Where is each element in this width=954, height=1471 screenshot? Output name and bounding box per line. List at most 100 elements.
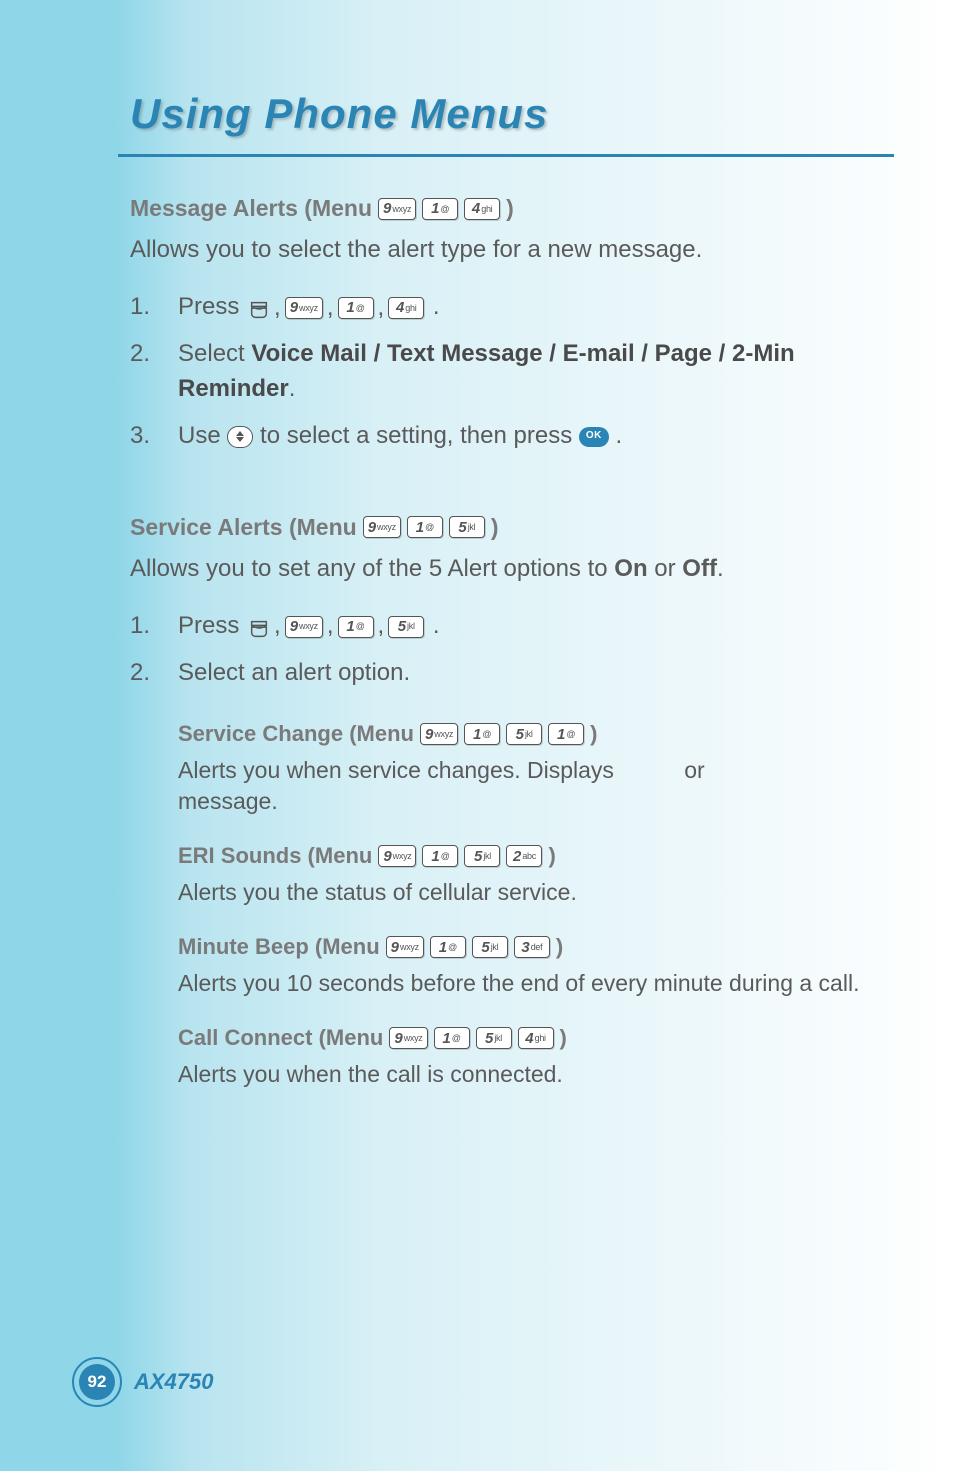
step-keys: , 9wxyz , 1@ , 4ghi — [246, 291, 426, 326]
step-text-b: to select a setting, then press — [260, 422, 579, 449]
minute-beep-heading: Minute Beep (Menu 9wxyz 1@ 5jkl 3def ) — [178, 934, 894, 960]
step-body: Use to select a setting, then press OK . — [178, 419, 894, 454]
step: 1. Press , 9wxyz , 1@ , 4ghi . — [130, 290, 894, 325]
keypad-key-9wxyz: 9wxyz — [378, 198, 416, 220]
keypad-key-2abc: 2abc — [506, 845, 542, 867]
service-change-heading: Service Change (Menu 9wxyz 1@ 5jkl 1@ ) — [178, 721, 894, 747]
heading-keys: 9wxyz 1@ 5jkl 3def — [384, 936, 552, 958]
heading-keys: 9wxyz 1@ 5jkl 4ghi — [387, 1027, 555, 1049]
step-suffix: . — [433, 612, 440, 639]
model-label: AX4750 — [134, 1369, 214, 1395]
step-number: 1. — [130, 609, 178, 644]
step: 2. Select Voice Mail / Text Message / E-… — [130, 337, 894, 407]
step-number: 1. — [130, 290, 178, 325]
menu-icon — [248, 297, 270, 319]
keypad-key-4ghi: 4ghi — [388, 297, 424, 319]
keypad-key-4ghi: 4ghi — [518, 1027, 554, 1049]
step-text-c: . — [616, 422, 623, 449]
keypad-key-1@: 1@ — [430, 936, 466, 958]
desc-b: . — [717, 555, 724, 582]
message-alerts-desc: Allows you to select the alert type for … — [130, 234, 894, 266]
message-alerts-steps: 1. Press , 9wxyz , 1@ , 4ghi . 2. Select… — [130, 290, 894, 453]
keypad-key-5jkl: 5jkl — [476, 1027, 512, 1049]
title-rule — [118, 154, 894, 157]
page-number: 92 — [79, 1364, 115, 1400]
step: 3. Use to select a setting, then press O… — [130, 419, 894, 454]
heading-keys: 9wxyz 1@ 5jkl 2abc — [376, 845, 544, 867]
keypad-key-1@: 1@ — [338, 297, 374, 319]
step-prefix: Press — [178, 612, 246, 639]
keypad-key-5jkl: 5jkl — [449, 516, 485, 538]
keypad-key-5jkl: 5jkl — [472, 936, 508, 958]
heading-keys: 9wxyz 1@ 5jkl 1@ — [418, 723, 586, 745]
heading-suffix: ) — [506, 195, 514, 222]
step: 2. Select an alert option. — [130, 656, 894, 691]
on-text: On — [614, 555, 647, 582]
heading-keys: 9wxyz 1@ 5jkl — [361, 516, 487, 538]
heading-text: Message Alerts (Menu — [130, 195, 372, 222]
minute-beep-desc: Alerts you 10 seconds before the end of … — [178, 968, 894, 999]
step-prefix: Press — [178, 293, 246, 320]
service-change-block: Service Change (Menu 9wxyz 1@ 5jkl 1@ ) … — [178, 721, 894, 817]
on-bold: On — [614, 555, 647, 582]
chapter-title: Using Phone Menus — [130, 90, 894, 138]
keypad-key-1@: 1@ — [548, 723, 584, 745]
step-number: 2. — [130, 337, 178, 407]
step-suffix: . — [433, 293, 440, 320]
message-alerts-heading: Message Alerts (Menu 9wxyz 1@ 4ghi ) — [130, 195, 894, 222]
keypad-key-9wxyz: 9wxyz — [363, 516, 401, 538]
step-text-b: . — [289, 375, 296, 402]
or-text: or — [648, 555, 683, 582]
heading-suffix: ) — [491, 514, 499, 541]
service-change-desc: Alerts you when service changes. Display… — [178, 755, 894, 817]
step: 1. Press , 9wxyz , 1@ , 5jkl . — [130, 609, 894, 644]
step-keys: , 9wxyz , 1@ , 5jkl — [246, 609, 426, 644]
keypad-key-9wxyz: 9wxyz — [378, 845, 416, 867]
keypad-key-1@: 1@ — [434, 1027, 470, 1049]
heading-suffix: ) — [590, 721, 597, 747]
page-footer: 92 AX4750 — [72, 1357, 214, 1407]
off-bold: Off — [682, 555, 717, 582]
step-body: Press , 9wxyz , 1@ , 5jkl . — [178, 609, 894, 644]
heading-text: Call Connect (Menu — [178, 1025, 383, 1051]
menu-icon — [248, 616, 270, 638]
service-alerts-desc: Allows you to set any of the 5 Alert opt… — [130, 553, 894, 585]
keypad-key-1@: 1@ — [464, 723, 500, 745]
eri-sounds-desc: Alerts you the status of cellular servic… — [178, 877, 894, 908]
page-number-badge: 92 — [72, 1357, 122, 1407]
keypad-key-4ghi: 4ghi — [464, 198, 500, 220]
minute-beep-block: Minute Beep (Menu 9wxyz 1@ 5jkl 3def ) A… — [178, 934, 894, 999]
service-alerts-steps: 1. Press , 9wxyz , 1@ , 5jkl . 2. Select… — [130, 609, 894, 691]
keypad-key-1@: 1@ — [338, 616, 374, 638]
off-text: Off — [682, 555, 717, 582]
step-bold-text: Voice Mail / Text Message / E-mail / Pag… — [178, 340, 795, 402]
step-text: Select — [178, 340, 251, 367]
keypad-key-5jkl: 5jkl — [506, 723, 542, 745]
keypad-key-9wxyz: 9wxyz — [389, 1027, 427, 1049]
call-connect-desc: Alerts you when the call is connected. — [178, 1059, 894, 1090]
nav-icon — [227, 426, 253, 448]
keypad-key-3def: 3def — [514, 936, 550, 958]
keypad-key-9wxyz: 9wxyz — [420, 723, 458, 745]
service-alerts-heading: Service Alerts (Menu 9wxyz 1@ 5jkl ) — [130, 514, 894, 541]
step-body: Press , 9wxyz , 1@ , 4ghi . — [178, 290, 894, 325]
ok-icon: OK — [579, 427, 609, 447]
heading-keys: 9wxyz 1@ 4ghi — [376, 198, 502, 220]
heading-text: Service Alerts (Menu — [130, 514, 357, 541]
keypad-key-5jkl: 5jkl — [388, 616, 424, 638]
heading-suffix: ) — [556, 934, 563, 960]
keypad-key-9wxyz: 9wxyz — [285, 616, 323, 638]
call-connect-block: Call Connect (Menu 9wxyz 1@ 5jkl 4ghi ) … — [178, 1025, 894, 1090]
keypad-key-1@: 1@ — [422, 845, 458, 867]
eri-sounds-block: ERI Sounds (Menu 9wxyz 1@ 5jkl 2abc ) Al… — [178, 843, 894, 908]
heading-text: Minute Beep (Menu — [178, 934, 380, 960]
keypad-key-1@: 1@ — [407, 516, 443, 538]
keypad-key-9wxyz: 9wxyz — [285, 297, 323, 319]
heading-suffix: ) — [560, 1025, 567, 1051]
keypad-key-5jkl: 5jkl — [464, 845, 500, 867]
step-body: Select Voice Mail / Text Message / E-mai… — [178, 337, 894, 407]
step-body: Select an alert option. — [178, 656, 894, 691]
heading-text: Service Change (Menu — [178, 721, 414, 747]
call-connect-heading: Call Connect (Menu 9wxyz 1@ 5jkl 4ghi ) — [178, 1025, 894, 1051]
eri-sounds-heading: ERI Sounds (Menu 9wxyz 1@ 5jkl 2abc ) — [178, 843, 894, 869]
